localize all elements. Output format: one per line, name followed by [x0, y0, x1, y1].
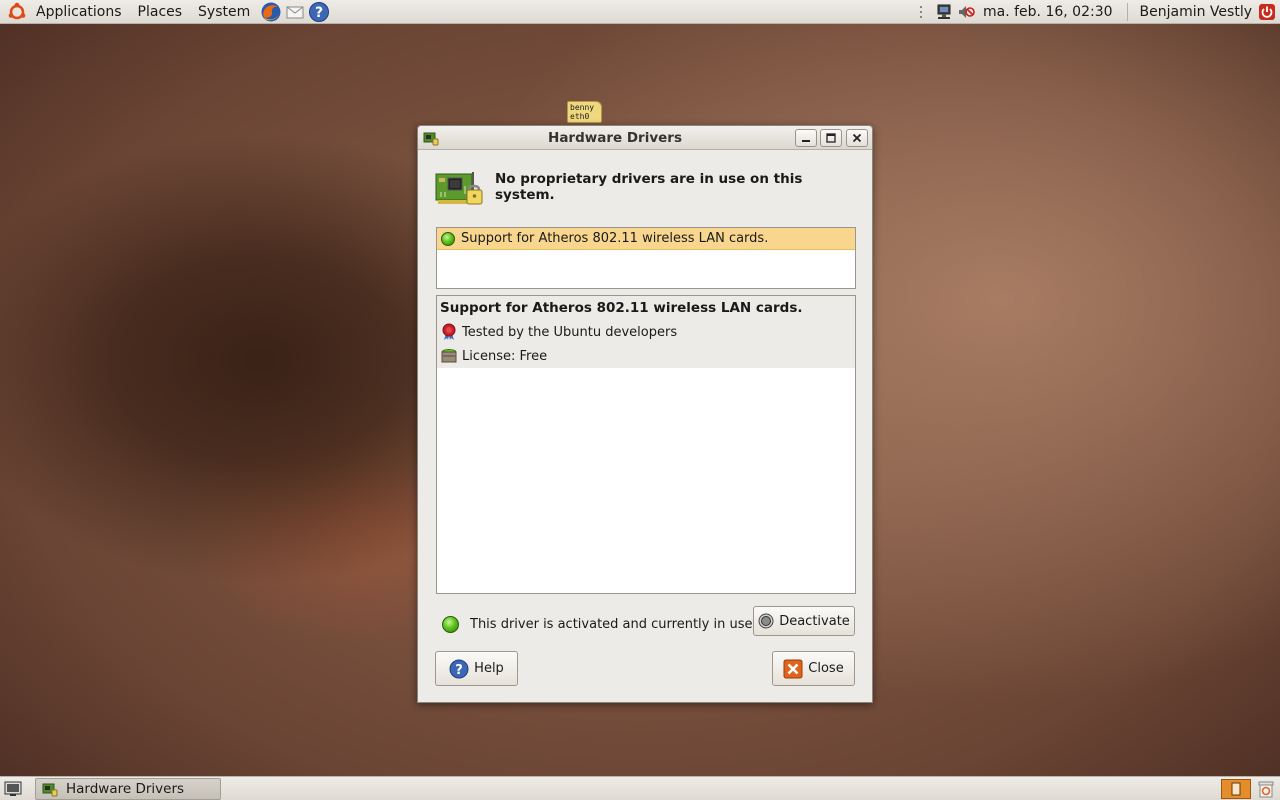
volume-muted-icon[interactable]: [957, 3, 975, 21]
driver-details-header: Support for Atheros 802.11 wireless LAN …: [437, 296, 855, 368]
help-launcher-icon[interactable]: ?: [308, 1, 330, 23]
close-icon: [852, 133, 862, 143]
ubuntu-logo-icon[interactable]: [6, 1, 28, 23]
menu-places[interactable]: Places: [130, 0, 191, 24]
panel-handle-icon: [913, 3, 931, 21]
help-label: Help: [474, 661, 504, 676]
panel-separator: [1126, 2, 1128, 21]
mail-launcher-icon[interactable]: [284, 1, 306, 23]
hardware-drivers-window: Hardware Drivers No proprietary drivers …: [417, 125, 873, 703]
hardware-drivers-task-icon: [42, 781, 58, 797]
driver-details-title: Support for Atheros 802.11 wireless LAN …: [440, 300, 803, 316]
workspace-switcher[interactable]: [1221, 779, 1251, 799]
deactivate-button[interactable]: Deactivate: [753, 606, 855, 636]
header-row: No proprietary drivers are in use on thi…: [435, 166, 855, 212]
trash-icon[interactable]: [1257, 780, 1275, 798]
minimize-icon: [802, 140, 810, 142]
deactivate-icon: [758, 613, 774, 629]
driver-tested-text: Tested by the Ubuntu developers: [462, 324, 678, 340]
driver-list-item[interactable]: Support for Atheros 802.11 wireless LAN …: [437, 228, 855, 250]
window-titlebar[interactable]: Hardware Drivers: [418, 126, 872, 150]
taskbar-item-hardware-drivers[interactable]: Hardware Drivers: [35, 778, 221, 800]
power-icon[interactable]: [1258, 3, 1276, 21]
status-active-indicator-icon: [442, 615, 459, 633]
certified-ribbon-icon: [440, 323, 458, 341]
close-button[interactable]: Close: [772, 651, 855, 686]
menu-applications[interactable]: Applications: [28, 0, 130, 24]
network-icon[interactable]: [935, 3, 953, 21]
deactivate-label: Deactivate: [779, 613, 850, 629]
help-icon: ?: [449, 659, 469, 679]
minimize-button[interactable]: [795, 129, 817, 147]
taskbar-item-label: Hardware Drivers: [66, 781, 185, 797]
header-message: No proprietary drivers are in use on thi…: [495, 171, 803, 203]
driver-active-indicator-icon: [441, 231, 455, 246]
badge-line-1: benny: [570, 103, 595, 112]
help-button[interactable]: ? Help: [435, 651, 518, 686]
svg-text:?: ?: [315, 5, 323, 21]
firefox-launcher-icon[interactable]: [260, 1, 282, 23]
close-button-icon: [783, 659, 803, 679]
driver-list[interactable]: Support for Atheros 802.11 wireless LAN …: [436, 227, 856, 289]
bottom-panel: Hardware Drivers: [0, 776, 1280, 800]
maximize-button[interactable]: [820, 129, 842, 147]
svg-text:?: ?: [455, 663, 463, 678]
menu-system[interactable]: System: [190, 0, 258, 24]
hardware-card-icon: [435, 166, 483, 210]
badge-line-2: eth0: [570, 112, 590, 121]
user-switcher[interactable]: Benjamin Vestly: [1134, 4, 1256, 20]
driver-list-item-label: Support for Atheros 802.11 wireless LAN …: [461, 231, 769, 246]
top-panel: Applications Places System ? ma. feb. 16…: [0, 0, 1280, 24]
driver-license-text: License: Free: [462, 348, 548, 364]
driver-tested-line: Tested by the Ubuntu developers: [440, 320, 852, 344]
license-package-icon: [440, 347, 458, 365]
close-window-button[interactable]: [846, 129, 868, 147]
driver-details-panel: Support for Atheros 802.11 wireless LAN …: [436, 295, 856, 594]
close-label: Close: [808, 661, 844, 676]
workspace-icon: [1231, 782, 1241, 796]
driver-license-line: License: Free: [440, 344, 852, 368]
show-desktop-icon[interactable]: [4, 781, 22, 797]
clock[interactable]: ma. feb. 16, 02:30: [977, 4, 1121, 20]
driver-status-text: This driver is activated and currently i…: [470, 616, 757, 632]
desktop-network-badge[interactable]: benny eth0: [567, 101, 602, 123]
maximize-icon: [826, 133, 836, 143]
